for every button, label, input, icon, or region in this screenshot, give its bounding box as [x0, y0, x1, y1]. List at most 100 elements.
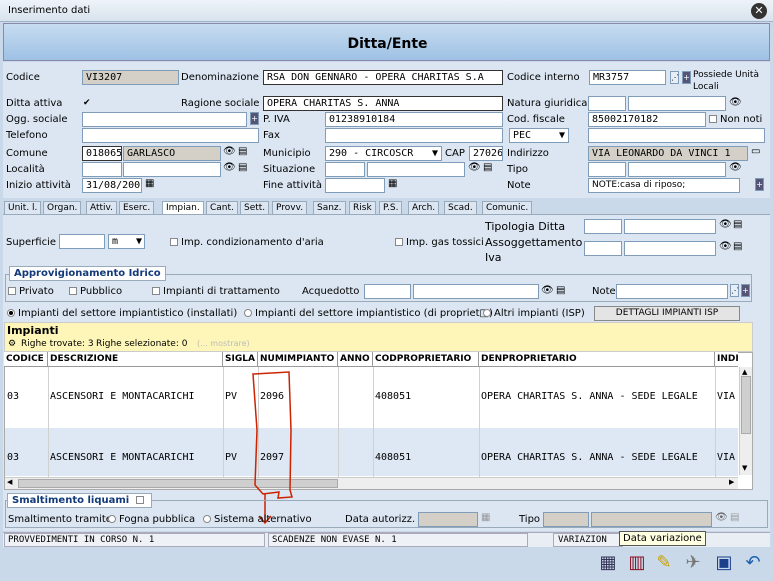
data-autorizz-field[interactable] — [418, 512, 478, 527]
fine-field[interactable] — [325, 178, 385, 193]
inizio-field[interactable]: 31/08/200 — [82, 178, 142, 193]
tab-impian[interactable]: Impian. — [162, 201, 204, 214]
gas-tossici-checkbox[interactable]: Imp. gas tossici — [395, 237, 484, 248]
folder-icon[interactable]: ▭ — [751, 146, 760, 158]
tab-cant[interactable]: Cant. — [206, 201, 238, 214]
fax-field[interactable] — [325, 128, 503, 143]
fogna-radio[interactable]: Fogna pubblica — [108, 514, 195, 525]
unit-select[interactable]: m ▼ — [108, 234, 145, 249]
col-codproprietario[interactable]: CODPROPRIETARIO — [373, 352, 479, 367]
cap-field[interactable]: 27026 — [469, 146, 503, 161]
plus-icon[interactable]: + — [682, 71, 691, 84]
plus-icon[interactable]: + — [755, 178, 764, 191]
binoculars-icon[interactable]: 👁 — [719, 241, 732, 253]
situazione-desc-field[interactable] — [367, 162, 465, 177]
cond-aria-checkbox[interactable]: Imp. condizionamento d'aria — [170, 237, 324, 248]
document-icon[interactable]: ▤ — [238, 162, 247, 174]
tab-comunic[interactable]: Comunic. — [482, 201, 533, 214]
acquedotto-desc[interactable] — [413, 284, 539, 299]
binoculars-icon[interactable]: 👁 — [729, 97, 742, 109]
pubblico-checkbox[interactable]: Pubblico — [69, 286, 122, 297]
tab-organ[interactable]: Organ. — [43, 201, 82, 214]
tipologia-code[interactable] — [584, 219, 622, 234]
col-numimpianto[interactable]: NUMIMPIANTO — [258, 352, 338, 367]
tipo-desc-field[interactable] — [628, 162, 726, 177]
superficie-field[interactable] — [59, 234, 105, 249]
situazione-code-field[interactable] — [325, 162, 365, 177]
col-sigla[interactable]: SIGLA — [223, 352, 258, 367]
alternativo-radio[interactable]: Sistema alternativo — [203, 514, 312, 525]
smalt-tipo-desc[interactable] — [591, 512, 712, 527]
table-row[interactable]: 03 ASCENSORI E MONTACARICHI PV 2097 4080… — [4, 428, 736, 476]
calendar-icon[interactable]: ▦ — [481, 512, 490, 524]
document-icon[interactable]: ▤ — [556, 285, 565, 297]
calendar-icon[interactable]: ▦ — [388, 178, 397, 190]
grid-horizontal-scrollbar[interactable]: ◀ ▶ — [5, 477, 738, 489]
assoggettamento-desc[interactable] — [624, 241, 716, 256]
smaltimento-checkbox[interactable] — [135, 496, 144, 504]
comune-name-field[interactable]: GARLASCO — [123, 146, 221, 161]
tipologia-desc[interactable] — [624, 219, 716, 234]
document-icon[interactable]: ▤ — [730, 512, 739, 524]
undo-icon[interactable]: ↶ — [742, 552, 764, 574]
tab-risk[interactable]: Risk — [349, 201, 376, 214]
table-row[interactable]: 03 ASCENSORI E MONTACARICHI PV 2096 4080… — [4, 367, 736, 427]
app-note-field[interactable] — [616, 284, 728, 299]
tab-sett[interactable]: Sett. — [240, 201, 270, 214]
localita-name-field[interactable] — [123, 162, 221, 177]
pec-select[interactable]: PEC ▼ — [509, 128, 569, 143]
scadenze-status[interactable]: SCADENZE NON EVASE N. 1 — [268, 533, 528, 547]
col-anno[interactable]: ANNO — [338, 352, 373, 367]
scroll-thumb[interactable] — [741, 376, 751, 434]
resize-handle-icon[interactable]: ⋰ — [730, 284, 739, 297]
binoculars-icon[interactable]: 👁 — [223, 162, 236, 174]
document-icon[interactable]: ▤ — [238, 146, 247, 158]
radio-altri[interactable]: Altri impianti (ISP) — [483, 308, 585, 319]
scroll-down-icon[interactable]: ▼ — [742, 464, 747, 472]
binoculars-icon[interactable]: 👁 — [729, 162, 742, 174]
col-indirizzo[interactable]: INDI — [715, 352, 738, 367]
wrench-icon[interactable]: ✈ — [682, 552, 704, 574]
codice-field[interactable]: VI3207 — [82, 70, 179, 85]
variazione-status[interactable]: VARIAZION — [553, 533, 623, 547]
municipio-select[interactable]: 290 - CIRCOSCR ▼ — [325, 146, 442, 161]
piva-field[interactable]: 01238910184 — [325, 112, 503, 127]
ogg-sociale-field[interactable] — [82, 112, 247, 127]
dettagli-impianti-button[interactable]: DETTAGLI IMPIANTI ISP — [594, 306, 740, 321]
natura-giuridica-desc[interactable] — [628, 96, 726, 111]
globe-calendar-icon[interactable]: ▦ — [597, 552, 619, 574]
indirizzo-field[interactable]: VIA LEONARDO DA VINCI 1 — [588, 146, 748, 161]
cod-fiscale-field[interactable]: 85002170182 — [588, 112, 706, 127]
tab-provv[interactable]: Provv. — [272, 201, 308, 214]
plus-icon[interactable]: + — [250, 112, 259, 125]
grid-vertical-scrollbar[interactable]: ▲ ▼ — [739, 367, 752, 475]
note-field[interactable]: NOTE:casa di riposo; — [588, 178, 740, 193]
comune-code-field[interactable]: 018065 — [82, 146, 122, 161]
close-icon[interactable]: ✕ — [751, 3, 767, 19]
non-noti-checkbox[interactable]: Non noti — [709, 114, 762, 125]
tab-scad[interactable]: Scad. — [444, 201, 477, 214]
scroll-right-icon[interactable]: ▶ — [729, 478, 734, 486]
calendar-icon[interactable]: ▦ — [145, 178, 154, 190]
tab-attiv[interactable]: Attiv. — [86, 201, 118, 214]
binoculars-icon[interactable]: 👁 — [541, 285, 554, 297]
natura-giuridica-code[interactable] — [588, 96, 626, 111]
document-icon[interactable]: ▤ — [733, 219, 742, 231]
tipo-code-field[interactable] — [588, 162, 626, 177]
document-icon[interactable]: ▤ — [483, 162, 492, 174]
document-icon[interactable]: ▤ — [733, 241, 742, 253]
tab-ps[interactable]: P.S. — [379, 201, 403, 214]
scroll-left-icon[interactable]: ◀ — [7, 478, 12, 486]
binoculars-icon[interactable]: 👁 — [468, 162, 481, 174]
pec-field[interactable] — [588, 128, 765, 143]
radio-proprieta[interactable]: Impianti del settore impiantistico (di p… — [244, 308, 493, 319]
scroll-up-icon[interactable]: ▲ — [742, 368, 747, 376]
col-codice[interactable]: CODICE — [4, 352, 48, 367]
binoculars-icon[interactable]: 👁 — [223, 146, 236, 158]
assoggettamento-code[interactable] — [584, 241, 622, 256]
save-icon[interactable]: ▣ — [713, 552, 735, 574]
provvedimenti-status[interactable]: PROVVEDIMENTI IN CORSO N. 1 — [4, 533, 265, 547]
books-icon[interactable]: ▥ — [626, 552, 648, 574]
col-descrizione[interactable]: DESCRIZIONE — [48, 352, 223, 367]
acquedotto-code[interactable] — [364, 284, 411, 299]
